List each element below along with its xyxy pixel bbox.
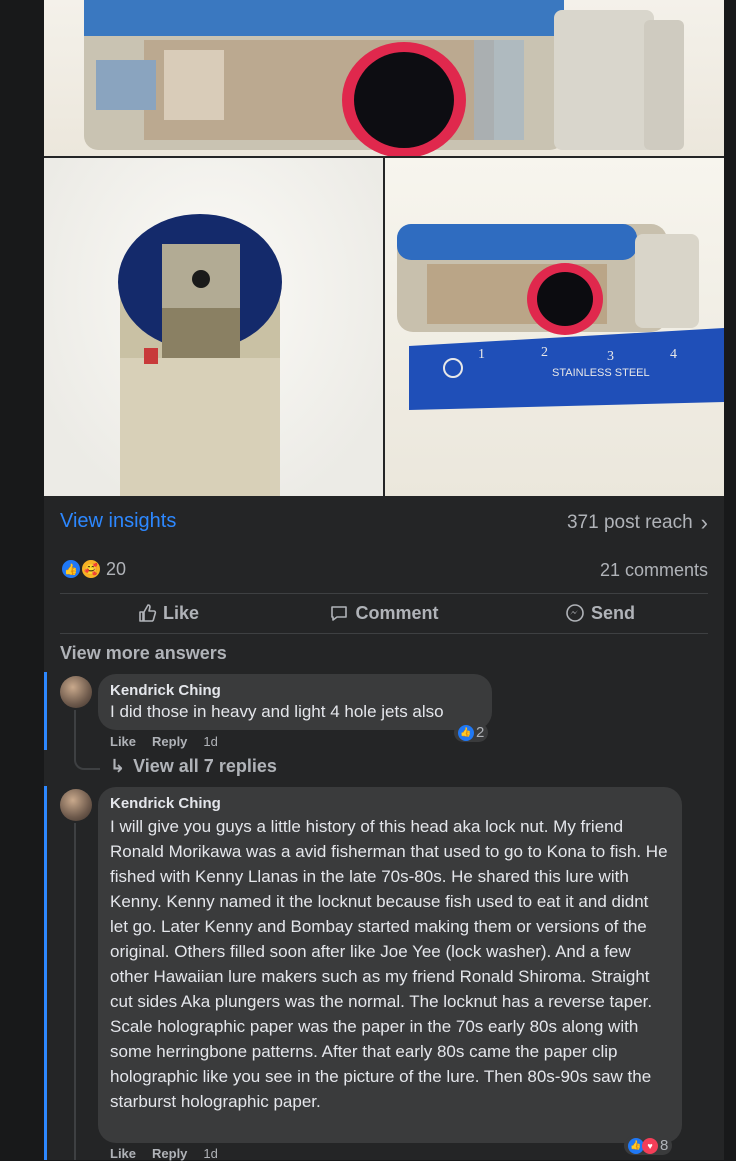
view-replies-link[interactable]: ↳ View all 7 replies bbox=[110, 756, 277, 777]
post-reach[interactable]: 371 post reach › bbox=[567, 510, 708, 536]
comment-meta: Like Reply 1d bbox=[110, 1146, 218, 1161]
like-reaction-icon: 👍 bbox=[60, 558, 82, 580]
ruler-label: STAINLESS STEEL bbox=[552, 367, 650, 379]
send-button[interactable]: Send bbox=[492, 594, 708, 632]
comment-like-button[interactable]: Like bbox=[110, 734, 136, 749]
ruler-mark-4: 4 bbox=[670, 347, 677, 362]
post-photo-1[interactable] bbox=[44, 0, 724, 156]
comment-reactions[interactable]: 👍 ♥ 8 bbox=[624, 1136, 673, 1155]
post-actions: Like Comment Send bbox=[60, 594, 708, 632]
post-reach-text: 371 post reach bbox=[566, 512, 693, 533]
comment-timestamp[interactable]: 1d bbox=[203, 734, 217, 749]
avatar[interactable] bbox=[60, 676, 92, 708]
divider bbox=[60, 633, 708, 634]
comment-reply-button[interactable]: Reply bbox=[152, 734, 187, 749]
post-photo-3[interactable]: 1 2 3 4 STAINLESS STEEL bbox=[385, 158, 724, 496]
thumbs-up-icon bbox=[139, 604, 157, 622]
comment-reactions[interactable]: 👍 2 bbox=[454, 723, 489, 742]
ruler: 1 2 3 4 STAINLESS STEEL bbox=[409, 328, 724, 410]
comment-like-button[interactable]: Like bbox=[110, 1146, 136, 1161]
thread-highlight bbox=[44, 786, 47, 1160]
post-photo-2[interactable] bbox=[44, 158, 383, 496]
comment-author[interactable]: Kendrick Ching bbox=[110, 682, 480, 699]
comment-bubble: Kendrick Ching I will give you guys a li… bbox=[98, 787, 682, 1143]
comment-reaction-count: 2 bbox=[476, 724, 485, 741]
view-more-answers[interactable]: View more answers bbox=[60, 643, 227, 664]
reaction-summary[interactable]: 👍 🥰 20 bbox=[60, 558, 126, 580]
comment-bubble: Kendrick Ching I did those in heavy and … bbox=[98, 674, 492, 730]
messenger-icon bbox=[566, 604, 584, 622]
comment-icon bbox=[331, 606, 348, 621]
reply-arrow-icon: ↳ bbox=[110, 756, 126, 776]
chevron-right-icon: › bbox=[700, 510, 708, 535]
comment-text: I will give you guys a little history of… bbox=[110, 817, 668, 1111]
comment-reply-button[interactable]: Reply bbox=[152, 1146, 187, 1161]
care-reaction-icon: 🥰 bbox=[80, 558, 102, 580]
comment-author[interactable]: Kendrick Ching bbox=[110, 795, 670, 812]
love-reaction-icon: ♥ bbox=[642, 1137, 658, 1154]
post-card: 1 2 3 4 STAINLESS STEEL View insights 37… bbox=[44, 0, 724, 1161]
left-rail bbox=[0, 0, 44, 1160]
reply-connector bbox=[74, 710, 100, 770]
view-insights-link[interactable]: View insights bbox=[60, 510, 176, 533]
comment-button[interactable]: Comment bbox=[276, 594, 492, 632]
thread-highlight bbox=[44, 672, 47, 750]
comments-count[interactable]: 21 comments bbox=[600, 560, 708, 581]
comment-meta: Like Reply 1d bbox=[110, 734, 218, 749]
reaction-count: 20 bbox=[106, 558, 127, 579]
comment-text: I did those in heavy and light 4 hole je… bbox=[110, 702, 444, 721]
ruler-mark-3: 3 bbox=[607, 349, 614, 364]
view-replies-label: View all 7 replies bbox=[133, 756, 277, 776]
ruler-mark-1: 1 bbox=[478, 347, 485, 362]
reply-connector bbox=[74, 823, 76, 1160]
comment-timestamp[interactable]: 1d bbox=[203, 1146, 217, 1161]
comment-reaction-count: 8 bbox=[660, 1137, 669, 1154]
like-label: Like bbox=[162, 602, 200, 623]
send-label: Send bbox=[590, 602, 635, 623]
ruler-mark-2: 2 bbox=[541, 345, 548, 360]
like-button[interactable]: Like bbox=[60, 594, 276, 632]
comment-label: Comment bbox=[355, 602, 439, 623]
like-reaction-icon: 👍 bbox=[458, 724, 474, 741]
avatar[interactable] bbox=[60, 789, 92, 821]
